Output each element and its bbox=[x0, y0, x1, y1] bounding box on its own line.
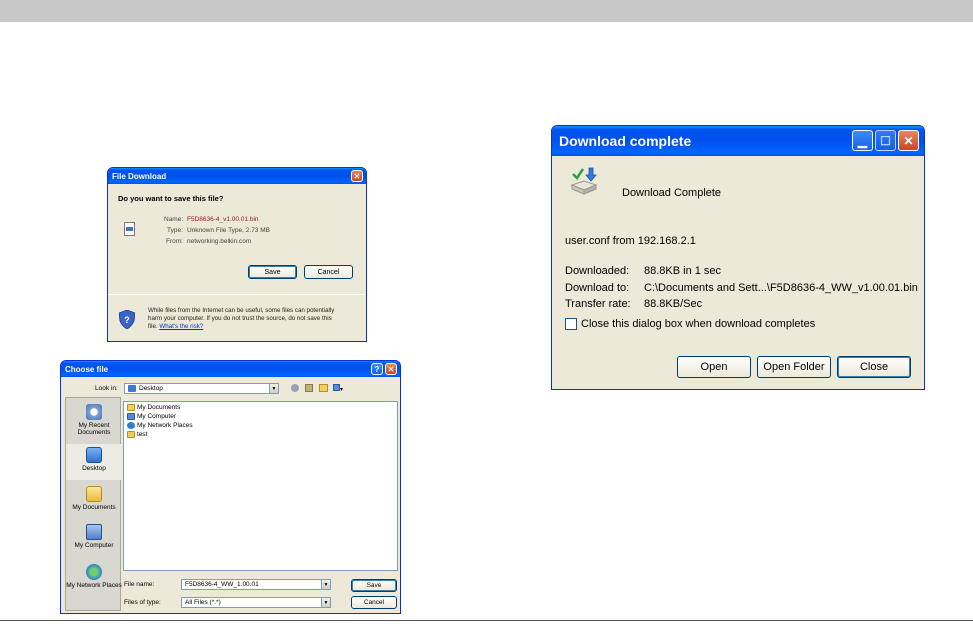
list-item-label: My Computer bbox=[137, 413, 177, 420]
cancel-button[interactable]: Cancel bbox=[304, 265, 353, 279]
download-complete-heading: Download Complete bbox=[622, 187, 722, 199]
folder-icon bbox=[127, 404, 135, 411]
downloaded-label: Downloaded: bbox=[565, 265, 630, 277]
desktop-icon bbox=[128, 385, 136, 392]
warning-line-2: harm your computer. If you do not trust … bbox=[148, 315, 332, 322]
type-label: Type: bbox=[167, 227, 183, 234]
list-item[interactable]: My Network Places bbox=[127, 422, 193, 429]
close-when-complete-label[interactable]: Close this dialog box when download comp… bbox=[581, 318, 815, 330]
warning-text: While files from the Internet can be use… bbox=[148, 307, 334, 331]
download-to-value: C:\Documents and Sett...\F5D8636-4_WW_v1… bbox=[644, 282, 918, 294]
place-my-recent-documents[interactable]: My Recent Documents bbox=[66, 404, 122, 436]
view-menu-icon[interactable]: ▾ bbox=[333, 384, 346, 393]
choose-file-titlebar[interactable]: Choose file bbox=[61, 361, 400, 377]
close-when-complete-checkbox[interactable] bbox=[565, 318, 577, 330]
place-desktop[interactable]: Desktop bbox=[66, 444, 122, 480]
file-list[interactable]: My Documents My Computer My Network Plac… bbox=[123, 401, 398, 571]
from-value: networking.belkin.com bbox=[187, 238, 252, 245]
transfer-rate-label: Transfer rate: bbox=[565, 298, 631, 310]
computer-icon bbox=[127, 413, 135, 420]
place-my-network-places[interactable]: My Network Places bbox=[66, 564, 122, 589]
look-in-value: Desktop bbox=[139, 385, 163, 392]
choose-file-close-button[interactable]: ✕ bbox=[385, 363, 397, 375]
list-item[interactable]: My Documents bbox=[127, 404, 180, 411]
type-value: Unknown File Type, 2.73 MB bbox=[187, 227, 270, 234]
place-my-computer[interactable]: My Computer bbox=[66, 524, 122, 549]
places-bar: My Recent Documents Desktop My Documents… bbox=[65, 397, 122, 611]
list-item[interactable]: test bbox=[127, 431, 147, 438]
warning-area: ? While files from the Internet can be u… bbox=[108, 296, 366, 341]
my-documents-icon bbox=[86, 486, 102, 502]
warning-line-1: While files from the Internet can be use… bbox=[148, 307, 335, 314]
place-label: My Documents bbox=[72, 504, 116, 511]
choose-cancel-button[interactable]: Cancel bbox=[351, 596, 397, 609]
recent-documents-icon bbox=[86, 404, 102, 420]
back-icon[interactable] bbox=[291, 384, 299, 392]
close-button[interactable]: Close bbox=[837, 356, 911, 378]
look-in-combo[interactable]: Desktop ▼ bbox=[124, 383, 279, 394]
downloaded-value: 88.8KB in 1 sec bbox=[644, 265, 722, 277]
help-button[interactable]: ? bbox=[371, 363, 383, 375]
folder-icon bbox=[127, 431, 135, 438]
network-places-icon bbox=[86, 564, 102, 580]
download-to-label: Download to: bbox=[565, 282, 630, 294]
file-download-title: File Download bbox=[112, 171, 167, 181]
file-name-label: File name: bbox=[124, 581, 155, 588]
transfer-rate-value: 88.8KB/Sec bbox=[644, 298, 703, 310]
file-type-select[interactable]: All Files (*.*) ▼ bbox=[181, 597, 331, 608]
svg-text:?: ? bbox=[124, 315, 130, 325]
look-in-label: Look in: bbox=[95, 385, 118, 392]
place-label: My Network Places bbox=[66, 582, 122, 589]
place-label: Desktop bbox=[82, 465, 106, 472]
warning-line-3: file. bbox=[148, 323, 158, 330]
file-type-value: All Files (*.*) bbox=[185, 599, 221, 606]
network-icon bbox=[127, 422, 135, 429]
file-download-titlebar[interactable]: File Download bbox=[108, 168, 366, 184]
download-complete-dialog: Download complete ▁ ☐ ✕ Download Complet… bbox=[551, 125, 925, 390]
separator bbox=[108, 294, 366, 295]
chevron-down-icon[interactable]: ▼ bbox=[269, 384, 278, 393]
file-download-dialog: File Download ✕ Do you want to save this… bbox=[107, 167, 367, 342]
choose-file-title: Choose file bbox=[65, 364, 109, 374]
top-bar bbox=[0, 0, 973, 22]
file-type-label: Files of type: bbox=[124, 599, 161, 606]
place-my-documents[interactable]: My Documents bbox=[66, 486, 122, 511]
download-complete-icon bbox=[569, 166, 599, 196]
list-item[interactable]: My Computer bbox=[127, 413, 176, 420]
download-close-window-button[interactable]: ✕ bbox=[898, 130, 919, 151]
download-complete-title: Download complete bbox=[559, 133, 692, 149]
open-button[interactable]: Open bbox=[677, 356, 751, 378]
save-button[interactable]: Save bbox=[248, 265, 297, 279]
chevron-down-icon[interactable]: ▼ bbox=[321, 580, 330, 589]
list-item-label: test bbox=[137, 431, 148, 438]
new-folder-icon[interactable] bbox=[319, 384, 328, 392]
file-name-input[interactable]: F5D8636-4_WW_1.00.01 ▼ bbox=[181, 579, 331, 590]
list-item-label: My Network Places bbox=[137, 422, 193, 429]
file-icon bbox=[124, 222, 135, 236]
name-label: Name: bbox=[164, 216, 184, 223]
open-folder-button[interactable]: Open Folder bbox=[757, 356, 831, 378]
chevron-down-icon[interactable]: ▼ bbox=[321, 598, 330, 607]
up-folder-icon[interactable] bbox=[305, 384, 313, 392]
from-label: From: bbox=[166, 238, 183, 245]
place-label: My Recent Documents bbox=[77, 422, 111, 436]
desktop-icon bbox=[86, 447, 102, 463]
choose-file-dialog: Choose file ? ✕ Look in: Desktop ▼ ▾ My … bbox=[60, 360, 401, 614]
save-question: Do you want to save this file? bbox=[118, 194, 224, 203]
file-download-close-button[interactable]: ✕ bbox=[351, 170, 363, 182]
download-source: user.conf from 192.168.2.1 bbox=[565, 235, 696, 247]
download-complete-body: Download Complete user.conf from 192.168… bbox=[555, 156, 921, 386]
file-name-value: F5D8636-4_WW_1.00.01 bbox=[185, 581, 259, 588]
place-label: My Computer bbox=[74, 542, 114, 549]
minimize-button[interactable]: ▁ bbox=[852, 130, 873, 151]
whats-the-risk-link[interactable]: What's the risk? bbox=[159, 323, 203, 330]
list-item-label: My Documents bbox=[137, 404, 181, 411]
name-value: F5D8636-4_v1.00.01.bin bbox=[187, 216, 259, 223]
my-computer-icon bbox=[86, 524, 102, 540]
shield-icon: ? bbox=[118, 309, 136, 330]
bottom-rule bbox=[0, 620, 973, 621]
maximize-button[interactable]: ☐ bbox=[875, 130, 896, 151]
choose-save-button[interactable]: Save bbox=[351, 579, 397, 592]
